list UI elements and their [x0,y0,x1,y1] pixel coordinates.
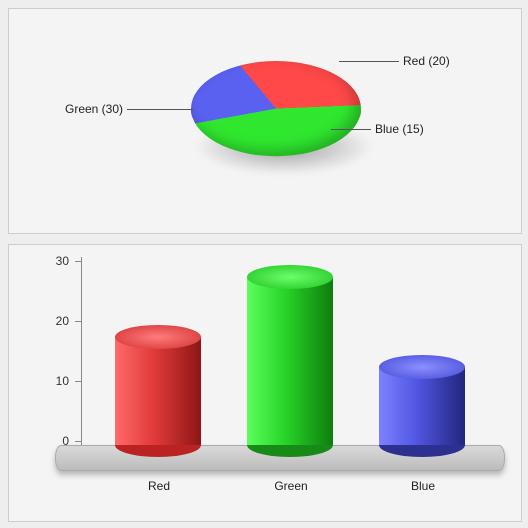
bar-blue [379,355,465,457]
pie-label-green: Green (30) [65,102,123,116]
pie-leader-blue [331,129,371,130]
pie-rim [191,61,361,156]
xlabel-red: Red [99,479,219,493]
pie-label-red: Red (20) [403,54,450,68]
ytick-10: 10 [9,374,69,388]
pie-label-blue: Blue (15) [375,122,424,136]
bar-green [247,265,333,457]
ytick-20: 20 [9,314,69,328]
pie-chart-panel: Red (20) Blue (15) Green (30) [8,8,522,234]
y-axis [81,257,82,445]
xlabel-green: Green [231,479,351,493]
pie-leader-green [127,109,193,110]
bar-chart-panel: 0 10 20 30 Red Green Blue [8,244,522,522]
pie-leader-red [339,61,399,62]
xlabel-blue: Blue [363,479,483,493]
ytick-30: 30 [9,254,69,268]
bar-red [115,325,201,457]
pie-top [191,61,361,156]
